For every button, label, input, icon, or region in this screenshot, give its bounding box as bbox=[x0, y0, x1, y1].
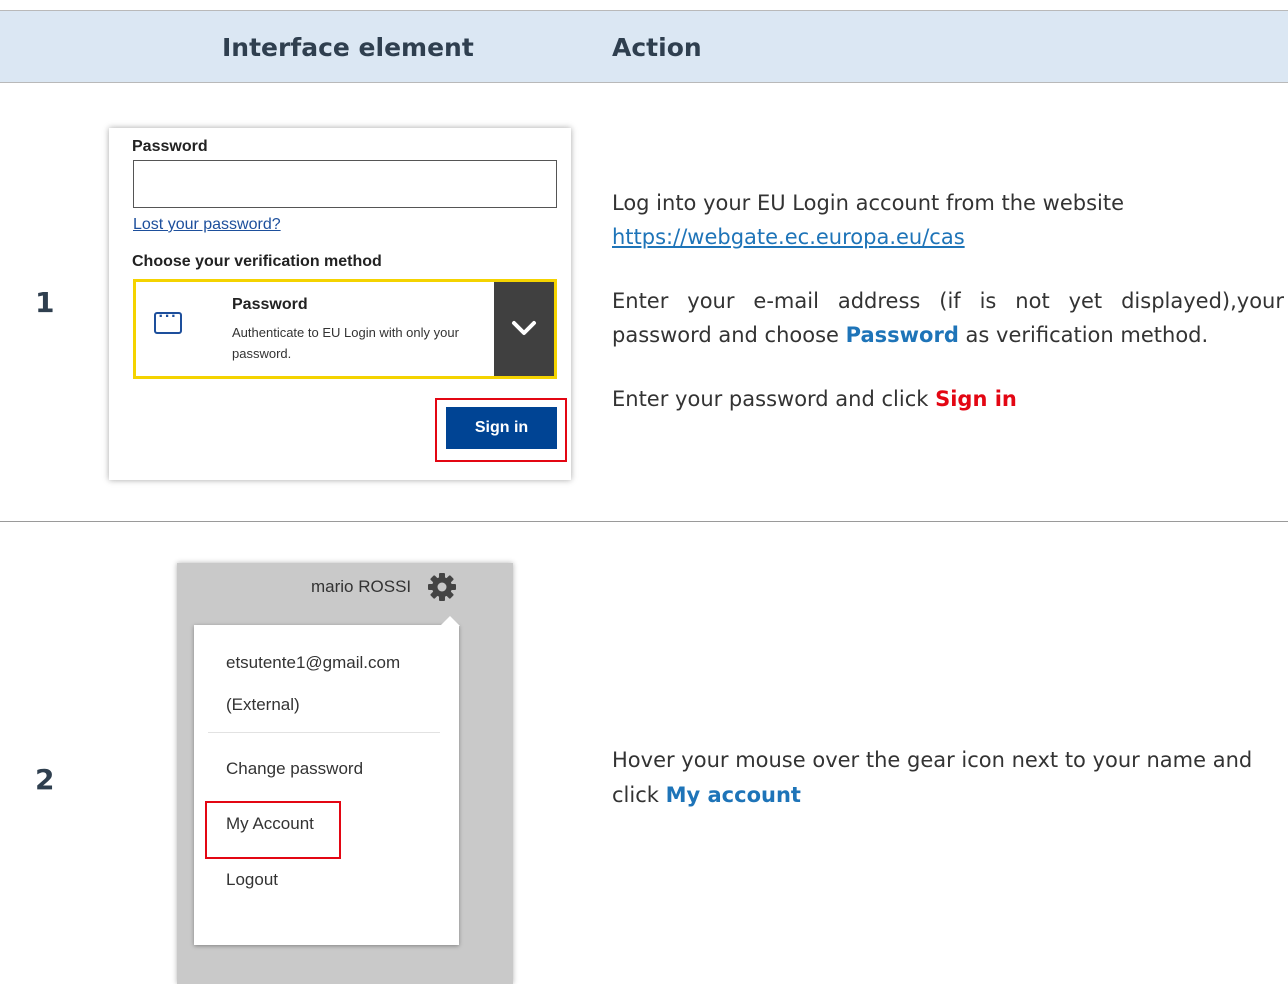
verification-method-select[interactable]: ··· Password Authenticate to EU Login wi… bbox=[133, 279, 557, 379]
menu-caret bbox=[440, 616, 460, 626]
my-account-item[interactable]: My Account bbox=[226, 814, 314, 834]
sign-in-keyword: Sign in bbox=[935, 387, 1017, 411]
password-keyword: Password bbox=[845, 323, 959, 347]
user-email: etsutente1@gmail.com bbox=[226, 653, 401, 672]
sign-in-button[interactable]: Sign in bbox=[446, 407, 557, 449]
my-account-keyword: My account bbox=[665, 783, 801, 807]
user-name: mario ROSSI bbox=[311, 577, 412, 596]
step2-action-text: Hover your mouse over the gear icon next… bbox=[612, 743, 1288, 813]
login-form-screenshot: Password Lost your password? Choose your… bbox=[109, 128, 571, 480]
step-number: 1 bbox=[35, 286, 55, 319]
action-text: Log into your EU Login account from the … bbox=[612, 191, 1124, 215]
change-password-item[interactable]: Change password bbox=[226, 759, 363, 779]
lost-password-link[interactable]: Lost your password? bbox=[133, 216, 281, 234]
cas-link[interactable]: https://webgate.ec.europa.eu/cas bbox=[612, 225, 965, 249]
gear-icon[interactable] bbox=[426, 571, 458, 603]
password-input[interactable] bbox=[133, 160, 557, 208]
action-text: Enter your password and click bbox=[612, 387, 936, 411]
row-divider bbox=[0, 521, 1288, 522]
password-label: Password bbox=[132, 138, 208, 155]
user-type: (External) bbox=[226, 695, 300, 714]
chevron-down-icon bbox=[512, 321, 536, 335]
logout-item[interactable]: Logout bbox=[226, 870, 278, 890]
dots-icon: ··· bbox=[154, 308, 182, 334]
action-text: as verification method. bbox=[958, 323, 1209, 347]
step-number: 2 bbox=[35, 763, 55, 796]
method-description: Authenticate to EU Login with only your … bbox=[232, 325, 459, 361]
header-interface-element: Interface element bbox=[222, 33, 474, 62]
header-action: Action bbox=[612, 33, 702, 62]
table-header: Interface element Action bbox=[0, 10, 1288, 83]
menu-divider bbox=[208, 732, 440, 733]
account-menu-screenshot: mario ROSSI etsutente1@gmail.com (Extern… bbox=[177, 563, 513, 984]
method-title: Password bbox=[232, 296, 308, 313]
account-dropdown-menu: etsutente1@gmail.com (External) Change p… bbox=[194, 616, 460, 945]
method-dropdown-toggle[interactable] bbox=[494, 282, 554, 376]
verification-method-label: Choose your verification method bbox=[132, 253, 382, 270]
step1-action-text: Log into your EU Login account from the … bbox=[612, 186, 1284, 416]
